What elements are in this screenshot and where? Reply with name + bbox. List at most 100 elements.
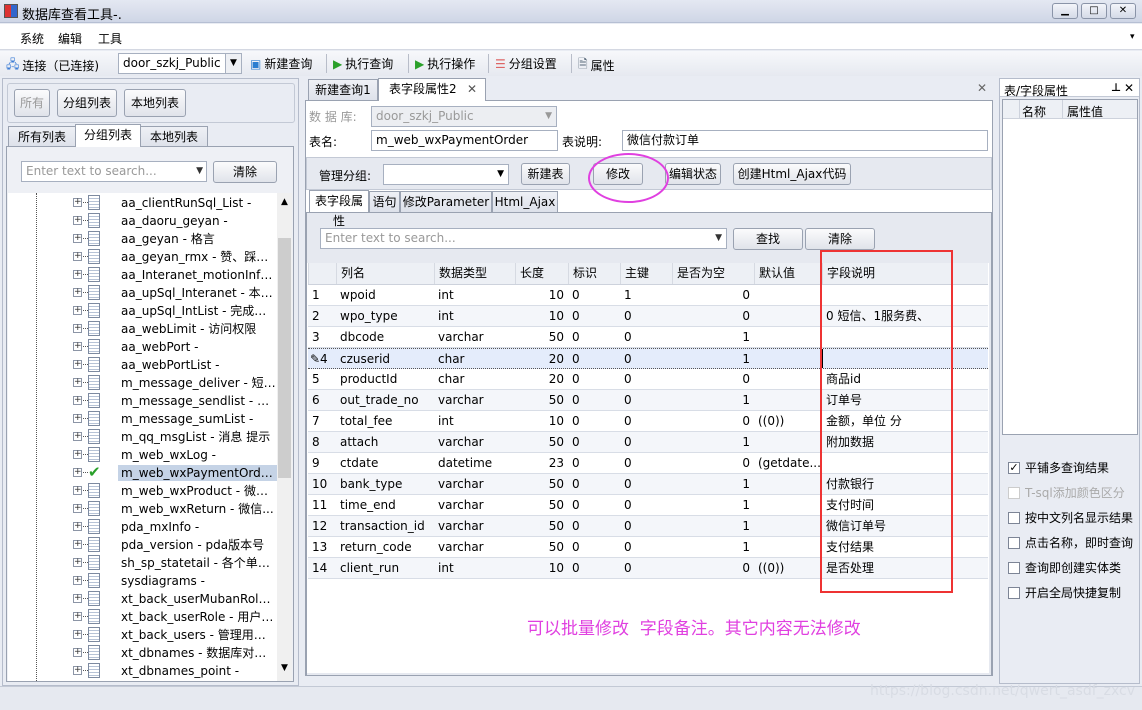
tree-item[interactable]: + aa_Interanet_motionInfo -... xyxy=(8,266,280,284)
expand-icon[interactable]: + xyxy=(73,378,82,387)
cell[interactable]: 0 xyxy=(568,411,620,431)
menu-tools[interactable]: 工具 xyxy=(98,30,122,47)
cell[interactable]: 14 xyxy=(308,558,336,578)
group-list-button[interactable]: 分组列表 xyxy=(57,89,117,117)
cell[interactable]: 0 xyxy=(620,495,672,515)
close-panel-icon[interactable]: ✕ xyxy=(977,81,987,95)
tree-item[interactable]: + aa_webPort - xyxy=(8,338,278,356)
cell[interactable]: 0 xyxy=(620,453,672,473)
cell[interactable]: 3 xyxy=(308,327,336,347)
tree-item[interactable]: + pda_version - pda版本号 xyxy=(8,536,278,554)
expand-icon[interactable]: + xyxy=(73,414,82,423)
tab-table-fields-2[interactable]: 表字段属性2 ✕ xyxy=(378,78,486,101)
cell[interactable]: 0 xyxy=(672,453,754,473)
cell[interactable] xyxy=(754,390,822,410)
expand-icon[interactable]: + xyxy=(73,252,82,261)
checkbox-icon[interactable] xyxy=(1008,486,1020,499)
cell[interactable]: 0 xyxy=(620,306,672,326)
cell[interactable]: 9 xyxy=(308,453,336,473)
cell[interactable] xyxy=(754,516,822,536)
tree-item[interactable]: + pda_mxInfo - xyxy=(8,518,278,536)
cell[interactable] xyxy=(754,537,822,557)
cell[interactable]: wpo_type xyxy=(336,306,434,326)
cell[interactable]: ✎4 xyxy=(308,349,336,368)
cell[interactable]: int xyxy=(434,411,515,431)
find-button[interactable]: 查找 xyxy=(733,228,803,250)
column-header[interactable]: 标识 xyxy=(568,263,620,284)
expand-icon[interactable]: + xyxy=(73,342,82,351)
option-checkbox[interactable]: ✓ 平铺多查询结果 xyxy=(1008,459,1109,476)
cell[interactable]: 0 xyxy=(568,516,620,536)
manage-group-select[interactable]: ▼ xyxy=(383,164,509,185)
tree-item[interactable]: + m_message_sendlist - 短... xyxy=(8,392,280,410)
tree-item[interactable]: + ✔ m_web_wxPaymentOrder... xyxy=(8,463,280,482)
expand-icon[interactable]: + xyxy=(73,594,82,603)
cell[interactable]: 0 xyxy=(620,327,672,347)
cell[interactable]: int xyxy=(434,306,515,326)
cell[interactable]: 0 xyxy=(620,516,672,536)
cell[interactable]: out_trade_no xyxy=(336,390,434,410)
subtab-modify-parameter[interactable]: 修改Parameter xyxy=(400,191,492,212)
cell[interactable] xyxy=(754,349,822,368)
column-header[interactable]: 长度 xyxy=(515,263,568,284)
cell[interactable]: return_code xyxy=(336,537,434,557)
close-icon[interactable]: ✕ xyxy=(1124,81,1134,95)
row-number-header[interactable] xyxy=(308,263,336,284)
cell[interactable]: 11 xyxy=(308,495,336,515)
cell[interactable]: 0 xyxy=(620,432,672,452)
cell[interactable]: varchar xyxy=(434,474,515,494)
cell[interactable]: 20 xyxy=(515,349,568,368)
expand-icon[interactable]: + xyxy=(73,198,82,207)
cell[interactable]: bank_type xyxy=(336,474,434,494)
tab-all-list[interactable]: 所有列表 xyxy=(8,126,76,147)
column-header[interactable]: 默认值 xyxy=(754,263,822,284)
column-header[interactable]: 数据类型 xyxy=(434,263,515,284)
cell[interactable]: 0 xyxy=(620,369,672,389)
cell[interactable]: 0 xyxy=(568,306,620,326)
column-header[interactable]: 是否为空 xyxy=(672,263,754,284)
tree-item[interactable]: + xt_back_userRole - 用户权限 xyxy=(8,608,280,626)
cell[interactable]: (getdate... xyxy=(754,453,822,473)
cell[interactable] xyxy=(754,327,822,347)
expand-icon[interactable]: + xyxy=(73,576,82,585)
expand-icon[interactable]: + xyxy=(73,666,82,675)
connect-button[interactable]: 🖧 连接（已连接) xyxy=(6,55,99,76)
cell[interactable]: total_fee xyxy=(336,411,434,431)
cell[interactable]: productId xyxy=(336,369,434,389)
expand-icon[interactable]: + xyxy=(73,432,82,441)
cell[interactable]: 0 xyxy=(568,495,620,515)
cell[interactable]: client_run xyxy=(336,558,434,578)
tab-new-query-1[interactable]: 新建查询1 xyxy=(308,79,378,101)
cell[interactable]: 0 xyxy=(672,411,754,431)
cell[interactable]: 50 xyxy=(515,516,568,536)
expand-icon[interactable]: + xyxy=(73,450,82,459)
menu-edit[interactable]: 编辑 xyxy=(58,30,82,47)
cell[interactable]: 10 xyxy=(515,285,568,305)
cell[interactable]: 0 xyxy=(672,369,754,389)
option-checkbox[interactable]: 开启全局快捷复制 xyxy=(1008,584,1121,601)
cell[interactable]: ((0)) xyxy=(754,411,822,431)
cell[interactable]: 0 xyxy=(568,474,620,494)
tree-item[interactable]: + m_web_wxLog - xyxy=(8,446,278,464)
cell[interactable]: 20 xyxy=(515,369,568,389)
cell[interactable]: transaction_id xyxy=(336,516,434,536)
cell[interactable]: int xyxy=(434,285,515,305)
execute-query-button[interactable]: ▶ 执行查询 xyxy=(333,55,393,72)
database-select[interactable]: door_szkj_Public ▼ xyxy=(118,53,242,74)
checkbox-icon[interactable] xyxy=(1008,586,1020,599)
tree-item[interactable]: + sh_sp_statetail - 各个单据... xyxy=(8,554,280,572)
cell[interactable]: 5 xyxy=(308,369,336,389)
expand-icon[interactable]: + xyxy=(73,486,82,495)
cell[interactable]: 10 xyxy=(515,411,568,431)
cell[interactable]: datetime xyxy=(434,453,515,473)
tree-scrollbar[interactable]: ▲ ▼ xyxy=(277,193,292,681)
tree-item[interactable]: + m_web_wxReturn - 微信... xyxy=(8,500,278,518)
expand-icon[interactable]: + xyxy=(73,630,82,639)
cell[interactable]: 0 xyxy=(672,558,754,578)
cell[interactable] xyxy=(754,369,822,389)
cell[interactable]: 8 xyxy=(308,432,336,452)
cell[interactable]: 1 xyxy=(672,390,754,410)
cell[interactable]: 1 xyxy=(620,285,672,305)
checkbox-icon[interactable]: ✓ xyxy=(1008,461,1020,474)
cell[interactable]: 6 xyxy=(308,390,336,410)
